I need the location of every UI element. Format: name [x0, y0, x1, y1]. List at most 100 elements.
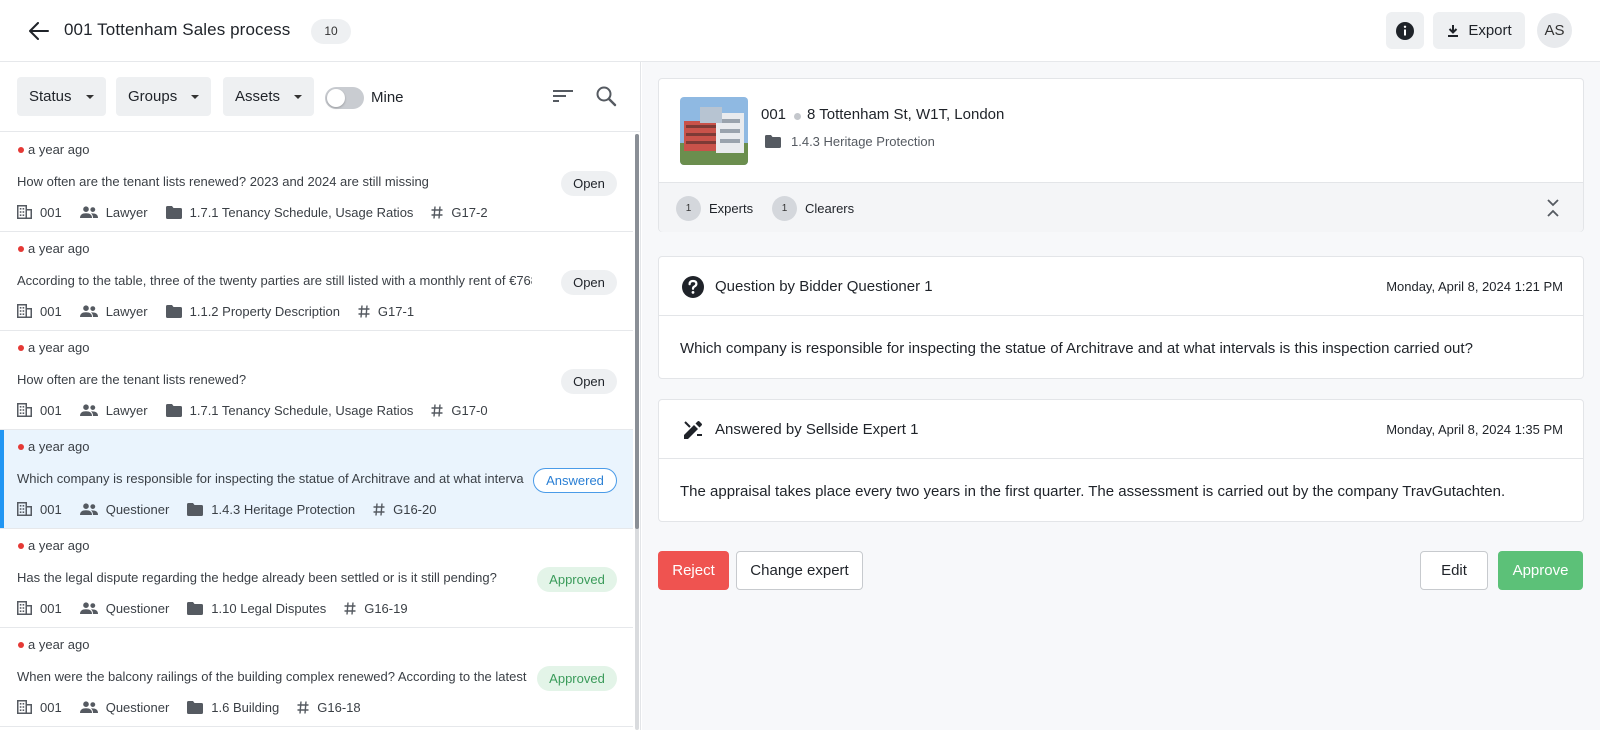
question-text: Which company is responsible for inspect… [680, 340, 1473, 357]
search-icon[interactable] [594, 84, 618, 108]
item-folder-label: 1.7.1 Tenancy Schedule, Usage Ratios [189, 204, 414, 220]
clearers-label: Clearers [805, 201, 855, 216]
edit-answer-icon [684, 421, 702, 439]
item-folder-label: 1.7.1 Tenancy Schedule, Usage Ratios [189, 402, 414, 418]
question-card: Question by Bidder Questioner 1 Monday, … [658, 256, 1584, 379]
question-list-item[interactable]: a year ago How often are the tenant lists… [0, 331, 633, 430]
item-tag: G17-2 [431, 204, 488, 220]
question-list-item[interactable]: a year ago When were the balcony railings… [0, 628, 633, 727]
caret-down-icon [85, 94, 94, 99]
item-tag-label: G16-18 [317, 699, 361, 715]
item-meta: 001 Lawyer 1.1.2 Property Description G17-1 [17, 302, 432, 320]
export-label: Export [1468, 22, 1512, 39]
unread-dot [18, 444, 24, 450]
item-asset-label: 001 [40, 699, 62, 715]
scrollbar-thumb[interactable] [635, 134, 639, 529]
item-timestamp: a year ago [28, 538, 90, 553]
item-folder-label: 1.10 Legal Disputes [211, 600, 327, 616]
item-asset-label: 001 [40, 600, 62, 616]
folder-icon [165, 205, 182, 219]
reject-button[interactable]: Reject [658, 551, 729, 590]
item-tag-label: G16-20 [393, 501, 437, 517]
info-button[interactable] [1386, 12, 1424, 49]
collapse-icon[interactable] [1545, 198, 1561, 218]
experts-role[interactable]: 1 Experts [676, 196, 753, 221]
status-filter-dropdown[interactable]: Status [17, 77, 106, 116]
item-asset: 001 [17, 205, 62, 220]
building-icon [17, 502, 32, 516]
groups-filter-dropdown[interactable]: Groups [116, 77, 212, 116]
item-meta: 001 Questioner 1.6 Building G16-18 [17, 698, 379, 716]
filter-bar: Status Groups Assets Mine [0, 62, 640, 132]
item-timestamp: a year ago [28, 340, 90, 355]
question-detail-pane: 001 8 Tottenham St, W1T, London 1.4.3 He… [642, 62, 1600, 730]
item-status-badge: Approved [537, 567, 617, 592]
edit-button[interactable]: Edit [1420, 551, 1488, 590]
toggle-knob [327, 89, 345, 107]
item-timestamp: a year ago [28, 241, 90, 256]
question-mark-icon [682, 276, 704, 298]
item-tag-label: G16-19 [364, 600, 408, 616]
question-list: a year ago How often are the tenant lists… [0, 133, 633, 730]
item-role: Questioner [79, 699, 170, 715]
people-icon [79, 206, 98, 218]
item-status-badge: Answered [533, 468, 617, 493]
item-folder-label: 1.1.2 Property Description [189, 303, 340, 319]
sort-icon[interactable] [552, 86, 574, 106]
caret-down-icon [294, 94, 303, 99]
asset-card: 001 8 Tottenham St, W1T, London 1.4.3 He… [658, 78, 1584, 232]
hash-icon [431, 403, 443, 417]
item-asset-label: 001 [40, 303, 62, 319]
folder-icon [187, 700, 204, 714]
item-role-label: Lawyer [105, 204, 148, 220]
item-meta: 001 Questioner 1.10 Legal Disputes G16-19 [17, 599, 426, 617]
export-button[interactable]: Export [1433, 12, 1525, 49]
question-list-item[interactable]: a year ago According to the table, three … [0, 232, 633, 331]
clearers-role[interactable]: 1 Clearers [772, 196, 854, 221]
item-role-label: Lawyer [105, 402, 148, 418]
people-icon [79, 305, 98, 317]
answer-by-label: Answered by Sellside Expert 1 [715, 421, 919, 438]
question-by-label: Question by Bidder Questioner 1 [715, 278, 933, 295]
assets-filter-dropdown[interactable]: Assets [223, 77, 315, 116]
page-title: 001 Tottenham Sales process [64, 20, 291, 39]
approve-button[interactable]: Approve [1498, 551, 1583, 590]
mine-toggle-label: Mine [371, 89, 404, 106]
item-timestamp: a year ago [28, 439, 90, 454]
experts-count: 1 [676, 196, 701, 221]
asset-address: 8 Tottenham St, W1T, London [807, 106, 1005, 123]
building-icon [17, 304, 32, 318]
hash-icon [358, 304, 370, 318]
caret-down-icon [191, 94, 200, 99]
item-role: Lawyer [79, 304, 148, 319]
item-asset-label: 001 [40, 402, 62, 418]
item-status-badge: Open [561, 369, 617, 394]
item-tag-label: G17-1 [377, 303, 415, 319]
item-role-label: Questioner [105, 699, 170, 715]
hash-icon [431, 205, 443, 219]
item-asset: 001 [17, 403, 62, 418]
question-list-item[interactable]: a year ago Has the legal dispute regardin… [0, 529, 633, 628]
assets-filter-label: Assets [235, 88, 281, 105]
item-folder: 1.6 Building [187, 700, 279, 715]
status-filter-label: Status [29, 88, 72, 105]
mine-toggle[interactable] [325, 87, 364, 109]
item-question-text: Which company is responsible for inspect… [17, 471, 524, 486]
item-tag-label: G17-2 [451, 204, 488, 220]
unread-dot [18, 345, 24, 351]
change-expert-button[interactable]: Change expert [736, 551, 863, 590]
user-avatar[interactable]: AS [1537, 13, 1572, 48]
question-header: Question by Bidder Questioner 1 Monday, … [659, 257, 1583, 316]
back-arrow-icon[interactable] [26, 18, 52, 44]
item-status-badge: Approved [537, 666, 617, 691]
separator-dot [794, 113, 801, 120]
clearers-count: 1 [772, 196, 797, 221]
question-list-item[interactable]: a year ago Which company is responsible f… [0, 430, 633, 529]
list-scrollbar[interactable] [635, 134, 639, 730]
item-meta: 001 Lawyer 1.7.1 Tenancy Schedule, Usage R… [17, 401, 506, 419]
hash-icon [297, 700, 309, 714]
item-asset: 001 [17, 601, 62, 616]
item-role-label: Questioner [105, 600, 170, 616]
question-list-item[interactable]: a year ago How often are the tenant lists… [0, 133, 633, 232]
unread-dot [18, 543, 24, 549]
